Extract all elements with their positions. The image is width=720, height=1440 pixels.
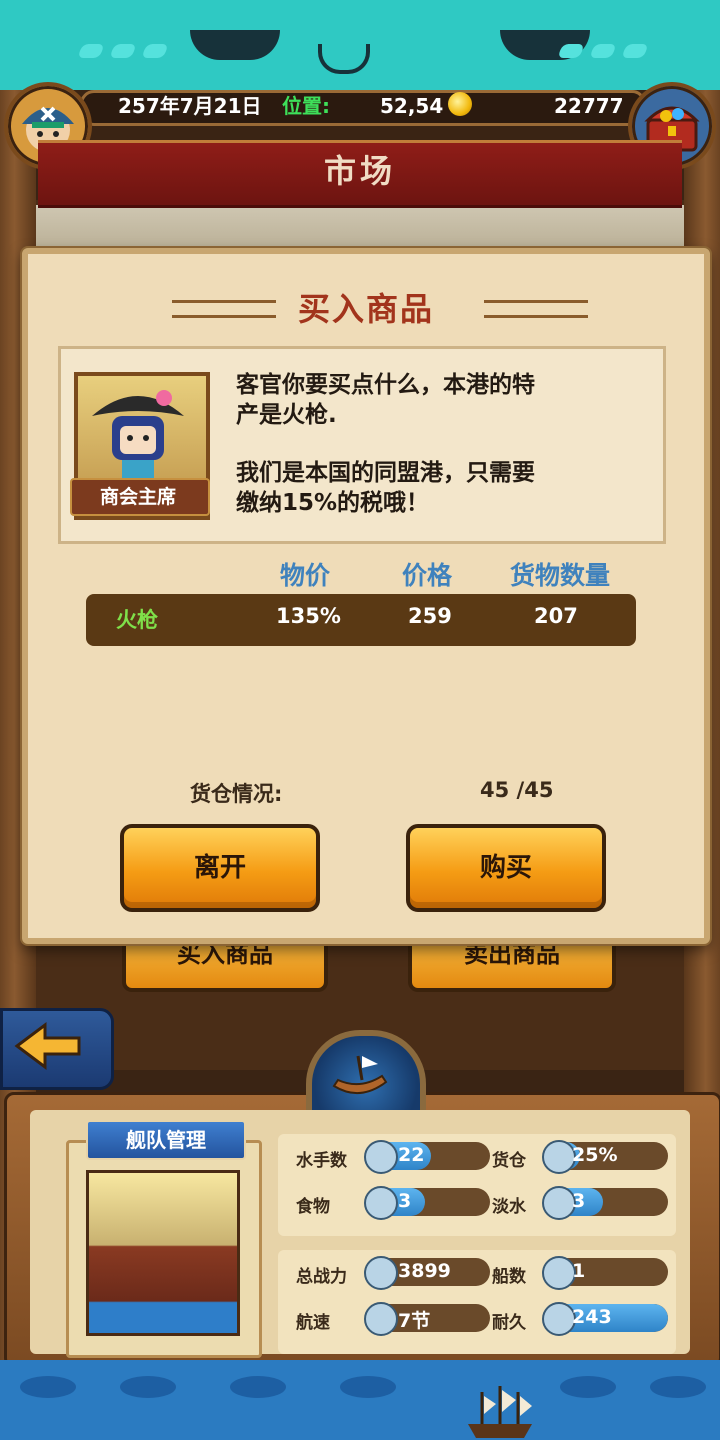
goods-price: 259 [408,604,452,628]
stat-value: 1 [572,1260,586,1282]
gold-amount: 22777 [554,94,624,118]
mascot-blush-mark [621,44,649,58]
cargo-value: 45 /45 [480,778,554,802]
crate-icon [542,1140,576,1174]
sailor-icon [364,1140,398,1174]
npc-dialogue-line: 缴纳15%的税哦！ [236,490,430,516]
back-button[interactable] [0,1008,114,1090]
npc-dialogue-line: 客官你要买点什么，本港的特 [236,372,535,398]
mascot-eye [190,30,280,60]
mascot-blush-mark [77,44,105,58]
npc-dialogue-line: 产是火枪. [236,402,337,428]
wave-decoration [340,1376,396,1398]
meat-icon [364,1186,398,1220]
stat-value: 7节 [398,1310,431,1332]
stat-value: 22 [398,1144,425,1166]
wave-decoration [20,1376,76,1398]
buy-button[interactable]: 购买 [406,824,606,912]
gold-coin-icon [448,92,472,116]
water-jug-icon [542,1186,576,1220]
stat-value: 3899 [398,1260,451,1282]
rowboat-icon [332,1055,388,1094]
stat-label: 船数 [492,1267,526,1287]
mascot-blush-mark [589,44,617,58]
sea-strip [0,1360,720,1440]
stat-label: 总战力 [296,1267,347,1287]
page-title: 市场 [323,152,396,190]
wave-decoration [120,1376,176,1398]
column-header-quantity: 货物数量 [510,561,611,590]
dialog-title: 买入商品 [297,290,434,328]
npc-dialogue-line: 我们是本国的同盟港，只需要 [236,460,535,486]
title-ornament-right [484,300,588,318]
game-date: 257年7月21日 [118,94,262,118]
stat-label: 耐久 [492,1313,526,1333]
mascot-blush-mark [141,44,169,58]
stat-label: 货仓 [492,1151,526,1171]
npc-role-label: 商会主席 [99,486,176,508]
goods-price-index: 135% [276,604,341,628]
goods-name: 火枪 [116,608,158,632]
sailing-ship-icon [468,1386,532,1438]
stat-value: 3 [398,1190,412,1212]
stat-value: 3 [572,1190,586,1212]
stat-value: 25% [572,1144,618,1166]
leave-button[interactable]: 离开 [120,824,320,912]
ship-speed-icon [364,1302,398,1336]
wave-decoration [650,1376,706,1398]
mascot-banner [0,0,720,90]
column-header-price: 价格 [402,561,453,590]
crossed-swords-icon [364,1256,398,1290]
stat-label: 食物 [296,1197,330,1217]
boat-icon [542,1256,576,1290]
stat-label: 航速 [296,1313,330,1333]
wave-decoration [230,1376,286,1398]
stat-label: 水手数 [296,1151,347,1171]
stat-label: 淡水 [492,1197,526,1217]
cargo-label: 货仓情况: [190,782,283,806]
durability-icon [542,1302,576,1336]
merchant-chief-icon [92,390,184,480]
position-value: 52,54 [380,94,444,118]
wave-decoration [560,1376,616,1398]
mascot-blush-mark [109,44,137,58]
arrow-left-icon [14,1022,81,1070]
mascot-mouth [318,44,370,74]
column-header-price-index: 物价 [280,561,331,590]
position-label: 位置: [282,94,330,118]
stat-value: 243 [572,1306,612,1328]
mascot-blush-mark [557,44,585,58]
goods-quantity: 207 [534,604,578,628]
fleet-management-title[interactable]: 舰队管理 [86,1120,246,1160]
ship-cross-section-image[interactable] [86,1170,240,1336]
